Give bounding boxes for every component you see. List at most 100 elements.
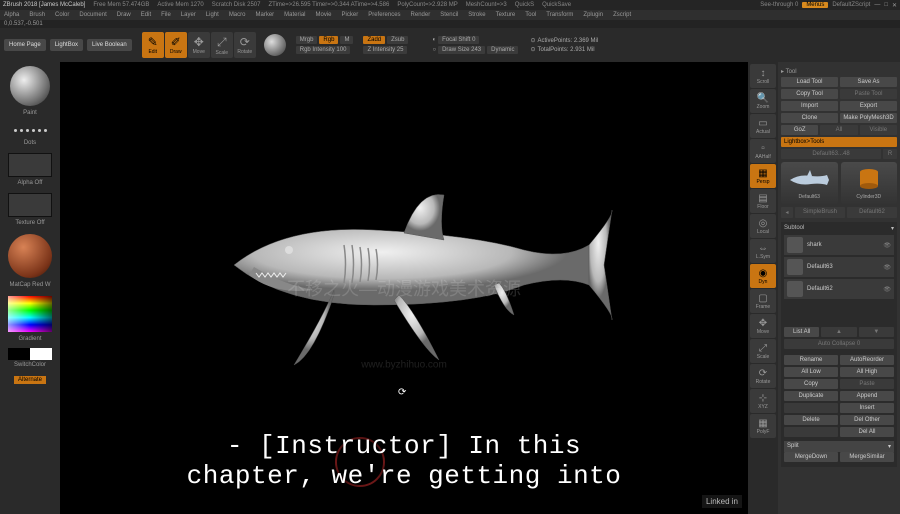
menu-alpha[interactable]: Alpha xyxy=(4,12,19,18)
subtool-item-default62[interactable]: Default62 👁 xyxy=(784,279,894,299)
brush-thumbnail[interactable] xyxy=(10,66,50,106)
polyf-button[interactable]: ▦PolyF xyxy=(750,414,776,438)
zadd-button[interactable]: Zadd xyxy=(363,36,385,44)
load-tool-button[interactable]: Load Tool xyxy=(781,77,838,87)
material-thumbnail[interactable] xyxy=(8,234,52,278)
default62-label[interactable]: Default62 xyxy=(847,207,897,218)
menu-picker[interactable]: Picker xyxy=(342,12,359,18)
menu-zplugin[interactable]: Zplugin xyxy=(583,12,603,18)
window-close-icon[interactable]: ✕ xyxy=(892,2,897,9)
texture-thumbnail[interactable] xyxy=(8,193,52,217)
auto-collapse-slider[interactable]: Auto Collapse 0 xyxy=(784,339,894,349)
list-all-button[interactable]: List All xyxy=(784,327,819,337)
rotate-mode-button[interactable]: ⟳Rotate xyxy=(234,32,256,58)
subtool-header-label[interactable]: Subtool xyxy=(784,225,804,232)
persp-button[interactable]: ▦Persp xyxy=(750,164,776,188)
split-section[interactable]: Split▾ xyxy=(784,441,894,452)
visibility-icon[interactable]: 👁 xyxy=(883,242,891,249)
insert-button[interactable]: Insert xyxy=(840,403,894,413)
all-low-button[interactable]: All Low xyxy=(784,367,838,377)
zscript-label[interactable]: DefaultZScript xyxy=(832,2,870,8)
z-intensity-slider[interactable]: Z Intensity 25 xyxy=(363,46,407,54)
goz-button[interactable]: GoZ xyxy=(781,125,818,135)
zoom-button[interactable]: 🔍Zoom xyxy=(750,89,776,113)
auto-reorder-button[interactable]: AutoReorder xyxy=(840,355,894,365)
menu-tool[interactable]: Tool xyxy=(525,12,536,18)
visibility-icon[interactable]: 👁 xyxy=(883,264,891,271)
append-button[interactable]: Append xyxy=(840,391,894,401)
scroll-button[interactable]: ↕Scroll xyxy=(750,64,776,88)
clone-button[interactable]: Clone xyxy=(781,113,838,123)
gyro-icon[interactable] xyxy=(264,34,286,56)
paste-tool-button[interactable]: Paste Tool xyxy=(840,89,897,99)
merge-down-button[interactable]: MergeDown xyxy=(784,452,838,462)
stroke-thumbnail[interactable] xyxy=(7,122,53,138)
xyz-button[interactable]: ⊹XYZ xyxy=(750,389,776,413)
live-boolean-button[interactable]: Live Boolean xyxy=(87,39,132,51)
subtool-item-default63[interactable]: Default63 👁 xyxy=(784,257,894,277)
copy-tool-button[interactable]: Copy Tool xyxy=(781,89,838,99)
menu-movie[interactable]: Movie xyxy=(316,12,332,18)
window-maximize-icon[interactable]: □ xyxy=(884,2,888,8)
menu-brush[interactable]: Brush xyxy=(29,12,45,18)
arrow-down-icon[interactable]: ▼ xyxy=(859,327,894,337)
stat-quicksave[interactable]: QuickSave xyxy=(542,2,571,8)
scale-button[interactable]: ⤢Scale xyxy=(750,339,776,363)
window-minimize-icon[interactable]: — xyxy=(874,2,880,8)
move-button[interactable]: ✥Move xyxy=(750,314,776,338)
menu-edit[interactable]: Edit xyxy=(141,12,151,18)
viewport[interactable]: ⟳ 不移之火—动漫游戏美术资源 www.byzhihuo.com - [Inst… xyxy=(60,62,748,514)
menu-macro[interactable]: Macro xyxy=(229,12,246,18)
actual-button[interactable]: ▭Actual xyxy=(750,114,776,138)
prev-tool-icon[interactable]: ◂ xyxy=(781,207,793,218)
lsym-button[interactable]: ⇔L.Sym xyxy=(750,239,776,263)
export-button[interactable]: Export xyxy=(840,101,897,111)
import-button[interactable]: Import xyxy=(781,101,838,111)
local-button[interactable]: ◎Local xyxy=(750,214,776,238)
edit-mode-button[interactable]: ✎Edit xyxy=(142,32,164,58)
menu-stencil[interactable]: Stencil xyxy=(440,12,458,18)
tool-tile-cylinder[interactable]: Cylinder3D xyxy=(841,162,898,204)
dynamic-button[interactable]: Dynamic xyxy=(487,46,518,54)
menu-document[interactable]: Document xyxy=(79,12,106,18)
rgb-button[interactable]: Rgb xyxy=(319,36,338,44)
aahalf-button[interactable]: ▫AAHalf xyxy=(750,139,776,163)
menu-render[interactable]: Render xyxy=(411,12,431,18)
menu-transform[interactable]: Transform xyxy=(546,12,573,18)
subtool-collapse-icon[interactable]: ▾ xyxy=(891,225,894,232)
frame-button[interactable]: ▢Frame xyxy=(750,289,776,313)
menus-button[interactable]: Menus xyxy=(802,2,828,8)
merge-similar-button[interactable]: MergeSimilar xyxy=(840,452,894,462)
menu-zscript[interactable]: Zscript xyxy=(613,12,631,18)
zsub-button[interactable]: Zsub xyxy=(387,36,408,44)
scale-mode-button[interactable]: ⤢Scale xyxy=(211,32,233,58)
move-mode-button[interactable]: ✥Move xyxy=(188,32,210,58)
copy-button[interactable]: Copy xyxy=(784,379,838,389)
menu-preferences[interactable]: Preferences xyxy=(368,12,400,18)
rotate-button[interactable]: ⟳Rotate xyxy=(750,364,776,388)
r-button[interactable]: R xyxy=(883,149,897,159)
goz-all-button[interactable]: All xyxy=(820,125,857,135)
menu-color[interactable]: Color xyxy=(55,12,69,18)
alpha-thumbnail[interactable] xyxy=(8,153,52,177)
visibility-icon[interactable]: 👁 xyxy=(883,286,891,293)
menu-material[interactable]: Material xyxy=(284,12,305,18)
rename-button[interactable]: Rename xyxy=(784,355,838,365)
menu-layer[interactable]: Layer xyxy=(181,12,196,18)
lightbox-tools-button[interactable]: Lightbox>Tools xyxy=(781,137,897,147)
dyn-button[interactable]: ◉Dyn xyxy=(750,264,776,288)
color-picker[interactable] xyxy=(8,296,52,332)
menu-stroke[interactable]: Stroke xyxy=(468,12,485,18)
alternate-button[interactable]: Alternate xyxy=(14,376,46,384)
menu-light[interactable]: Light xyxy=(206,12,219,18)
draw-size-slider[interactable]: Draw Size 243 xyxy=(438,46,485,54)
del-other-button[interactable]: Del Other xyxy=(840,415,894,425)
switch-color-swatch[interactable] xyxy=(8,348,52,360)
lightbox-button[interactable]: LightBox xyxy=(50,39,83,51)
paste-button[interactable]: Paste xyxy=(840,379,894,389)
focal-shift-slider[interactable]: Focal Shift 0 xyxy=(438,36,479,44)
tool-tile-shark[interactable]: Default63 xyxy=(781,162,838,204)
home-page-button[interactable]: Home Page xyxy=(4,39,46,51)
m-button[interactable]: M xyxy=(340,36,353,44)
menu-file[interactable]: File xyxy=(161,12,171,18)
